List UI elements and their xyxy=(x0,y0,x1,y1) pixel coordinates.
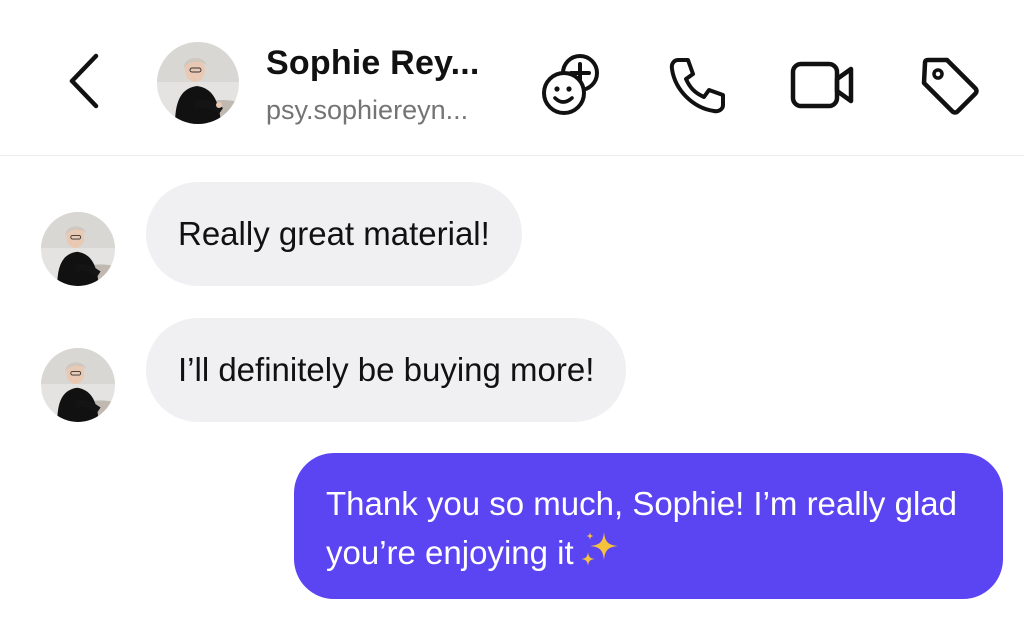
add-people-icon xyxy=(538,51,606,119)
chevron-left-icon xyxy=(66,51,102,116)
avatar[interactable] xyxy=(41,212,115,286)
contact-handle[interactable]: psy.sophiereyn... xyxy=(266,95,468,126)
avatar[interactable] xyxy=(157,42,239,124)
sparkles-icon xyxy=(578,528,622,583)
phone-icon xyxy=(664,52,730,118)
avatar[interactable] xyxy=(41,348,115,422)
chat-header: Sophie Rey... psy.sophiereyn... xyxy=(0,0,1024,156)
add-people-button[interactable] xyxy=(537,50,607,120)
message-text: Thank you so much, Sophie! I’m really gl… xyxy=(326,485,957,571)
call-button[interactable] xyxy=(662,50,732,120)
video-call-button[interactable] xyxy=(788,50,858,120)
back-button[interactable] xyxy=(58,50,110,116)
tag-icon xyxy=(917,53,981,117)
message-bubble-incoming[interactable]: I’ll definitely be buying more! xyxy=(146,318,627,422)
message-text: I’ll definitely be buying more! xyxy=(178,351,595,388)
chat-screen: Sophie Rey... psy.sophiereyn... Really g… xyxy=(0,0,1024,636)
message-bubble-incoming[interactable]: Really great material! xyxy=(146,182,522,286)
contact-name[interactable]: Sophie Rey... xyxy=(266,44,480,83)
message-bubble-outgoing[interactable]: Thank you so much, Sophie! I’m really gl… xyxy=(294,453,1003,599)
tag-button[interactable] xyxy=(914,50,984,120)
video-camera-icon xyxy=(788,55,858,115)
message-text: Really great material! xyxy=(178,215,490,252)
